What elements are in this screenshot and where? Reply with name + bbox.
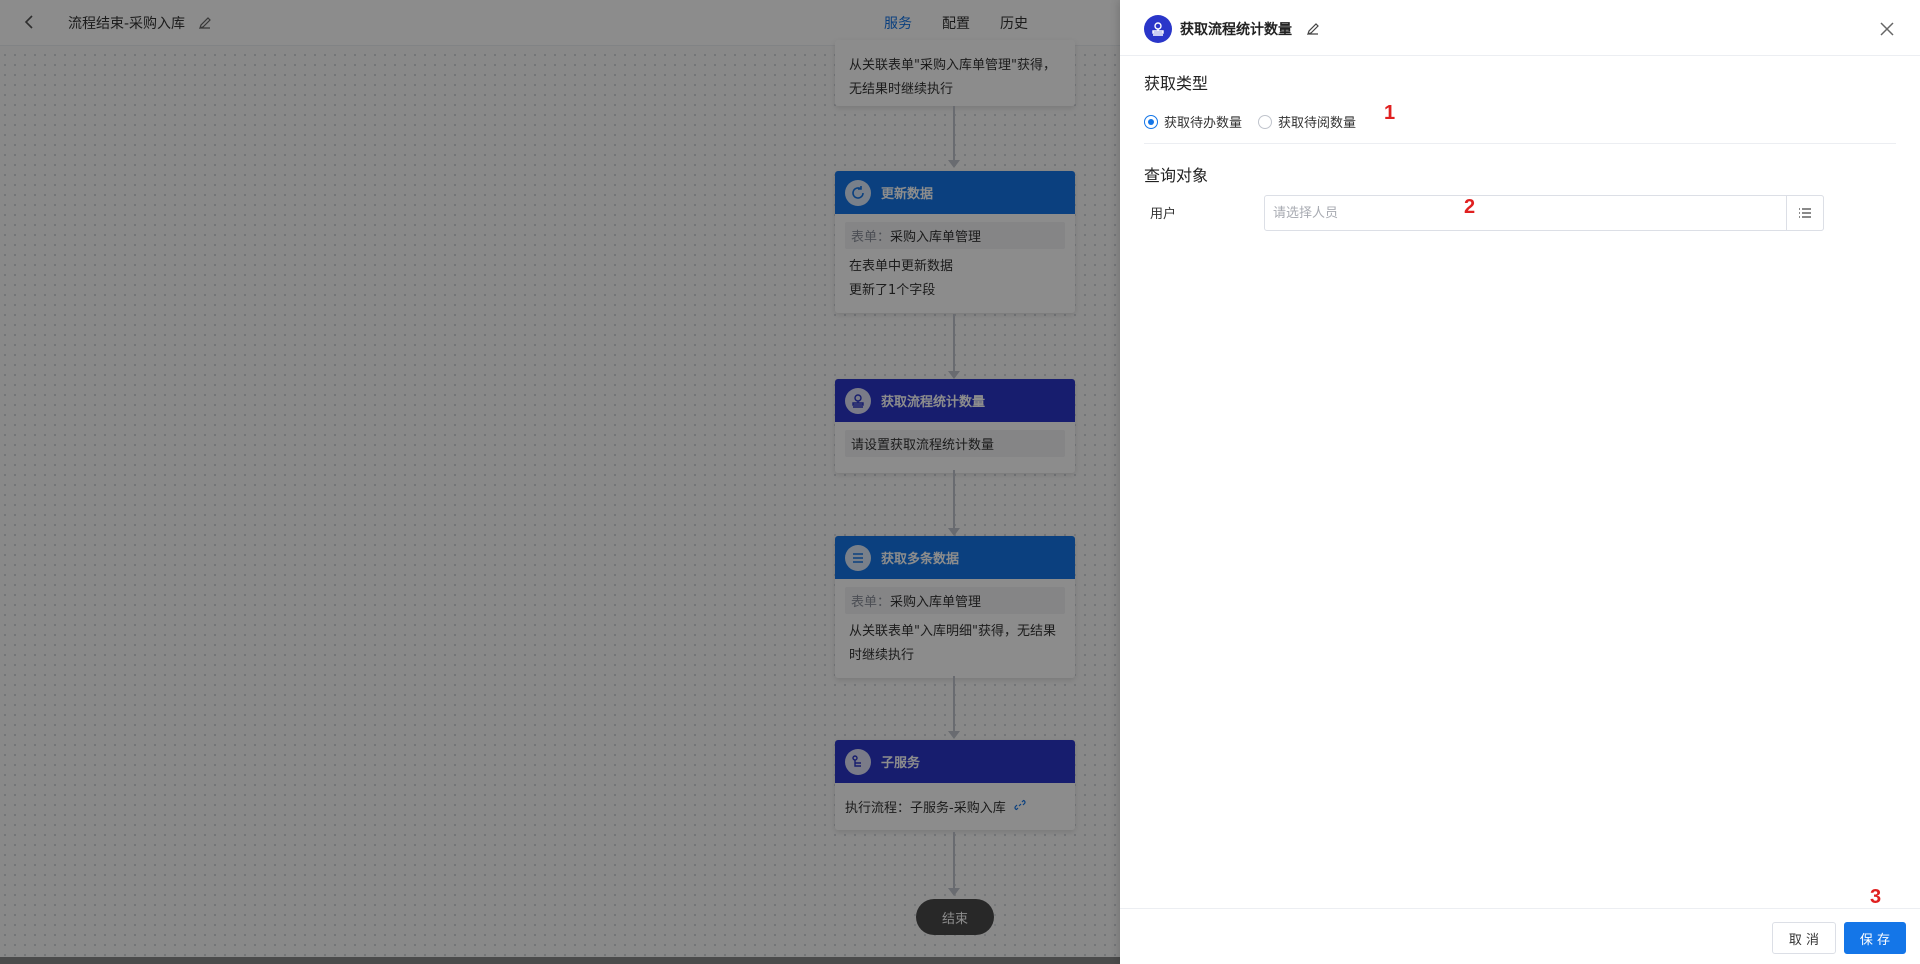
user-field-label: 用户 [1150,207,1177,222]
user-select-input[interactable] [1264,195,1824,231]
drawer-header: 获取流程统计数量 [1120,0,1920,56]
section-title-fetch-type: 获取类型 [1144,74,1209,93]
config-drawer: 获取流程统计数量 获取类型 获取待办数量 获取待阅数量 1 查询对象 用户 2 … [1120,0,1920,964]
annotation-marker: 3 [1870,886,1882,908]
cancel-button[interactable]: 取 消 [1772,922,1836,954]
list-icon [1798,204,1812,223]
radio-toread-count[interactable]: 获取待阅数量 [1258,112,1356,131]
section-title-query-target: 查询对象 [1144,166,1209,185]
edit-title-icon[interactable] [1306,21,1320,40]
save-button[interactable]: 保 存 [1844,922,1906,954]
radio-label: 获取待办数量 [1164,116,1243,131]
radio-label: 获取待阅数量 [1278,116,1357,131]
fetch-type-radio-group: 获取待办数量 获取待阅数量 [1144,112,1372,131]
close-icon[interactable] [1878,20,1896,38]
divider [1144,143,1896,144]
stamp-icon [1144,15,1172,43]
flow-canvas[interactable]: 流程结束-采购入库 服务 配置 历史 从关联表单"采购入库单管理"获得， 无结果… [0,0,1120,964]
drawer-title: 获取流程统计数量 [1180,22,1292,38]
horizontal-scrollbar[interactable] [0,957,1120,964]
annotation-marker: 2 [1464,196,1476,218]
annotation-marker: 1 [1384,102,1396,124]
radio-indicator [1144,114,1158,129]
user-picker-button[interactable] [1786,195,1824,231]
radio-indicator [1258,114,1273,129]
modal-mask[interactable] [0,0,1120,964]
radio-todo-count[interactable]: 获取待办数量 [1144,112,1242,131]
drawer-footer: 取 消 保 存 [1120,908,1920,964]
